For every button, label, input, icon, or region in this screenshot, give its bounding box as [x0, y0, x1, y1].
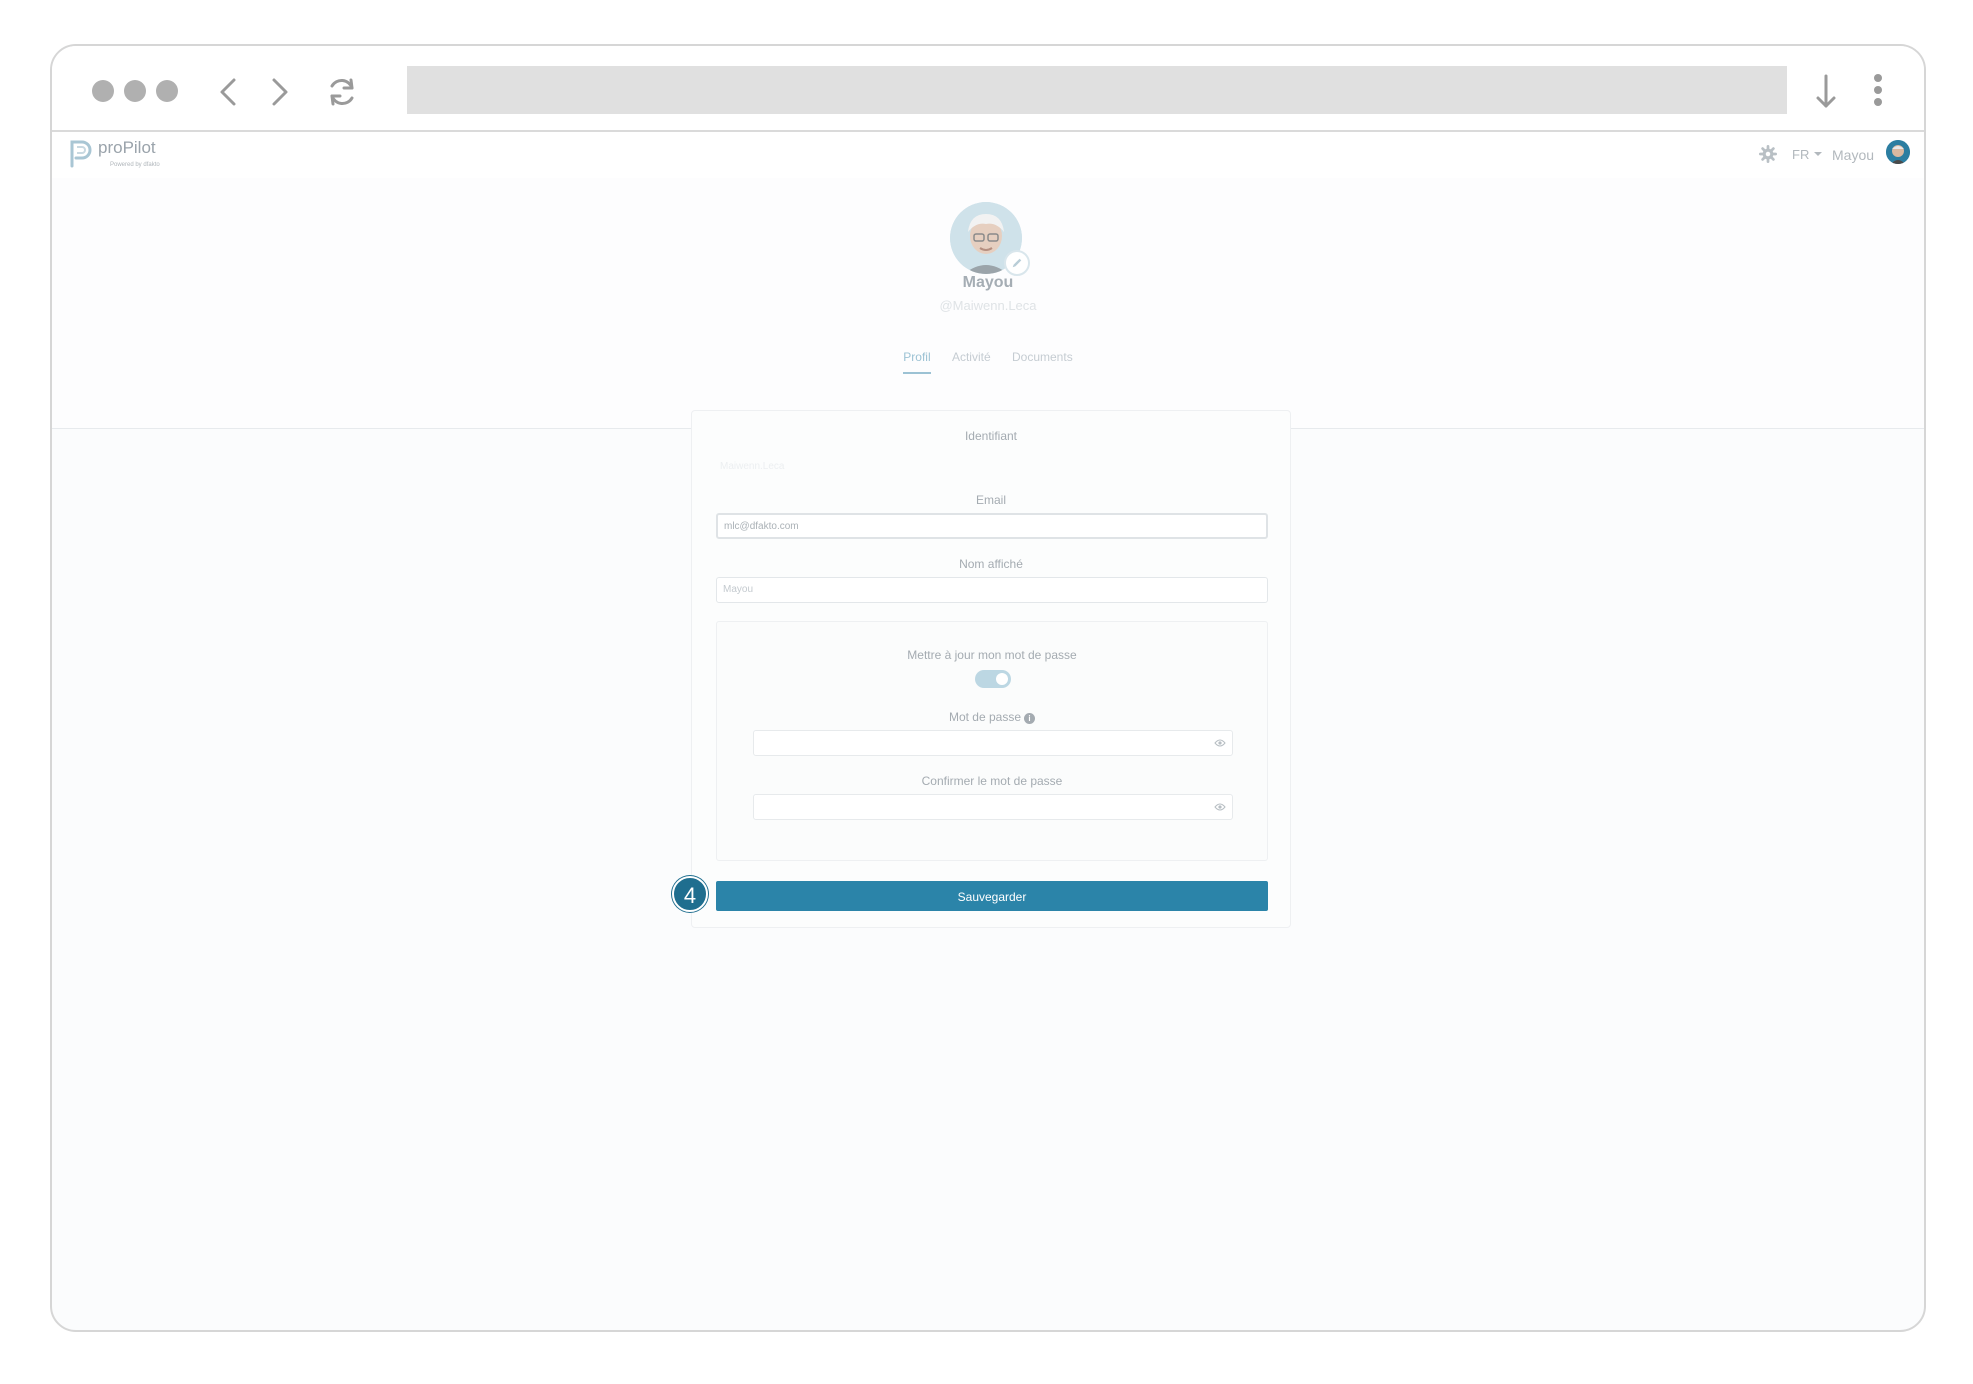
email-field[interactable]: mlc@dfakto.com — [716, 513, 1268, 539]
edit-avatar-button[interactable] — [1004, 250, 1030, 276]
window-dot-icon[interactable] — [156, 80, 178, 102]
app-name: proPilot — [98, 138, 156, 157]
reload-icon[interactable] — [324, 74, 360, 110]
password-label: Mot de passe — [948, 710, 1022, 724]
user-avatar-icon — [1886, 140, 1910, 164]
password-input[interactable] — [753, 730, 1233, 756]
update-password-toggle[interactable] — [975, 670, 1011, 688]
display-name-field[interactable]: Mayou — [716, 577, 1268, 603]
identifiant-label: Identifiant — [964, 429, 1018, 443]
info-icon[interactable]: i — [1024, 713, 1036, 724]
powered-by-text: Powered by dfakto — [110, 162, 160, 168]
propilot-logo-icon — [70, 140, 92, 168]
profile-tabs: Profil Activité Documents — [52, 350, 1924, 374]
identifiant-value: Maiwenn.Leca — [720, 461, 785, 472]
update-password-label: Mettre à jour mon mot de passe — [907, 648, 1077, 662]
eye-icon[interactable] — [1214, 738, 1226, 748]
avatar[interactable] — [1886, 140, 1910, 164]
gear-icon[interactable] — [1759, 145, 1777, 163]
step-badge: 4 — [672, 876, 708, 912]
browser-toolbar — [52, 46, 1924, 132]
back-arrow-icon[interactable] — [212, 74, 248, 110]
pencil-icon — [1012, 258, 1022, 268]
confirm-password-label: Confirmer le mot de passe — [921, 774, 1063, 788]
app-header: proPilot Powered by dfakto FR Mayou — [52, 132, 1924, 179]
tab-documents[interactable]: Documents — [1012, 350, 1073, 372]
confirm-password-input[interactable] — [753, 794, 1233, 820]
email-label: Email — [975, 493, 1006, 507]
profile-handle: @Maiwenn.Leca — [939, 298, 1037, 313]
address-bar[interactable] — [407, 66, 1787, 114]
password-panel: Mettre à jour mon mot de passe Mot de pa… — [716, 621, 1268, 861]
eye-icon[interactable] — [1214, 802, 1226, 812]
forward-arrow-icon[interactable] — [262, 74, 298, 110]
language-selector[interactable]: FR — [1792, 147, 1809, 162]
profile-display-name: Mayou — [962, 274, 1014, 291]
kebab-menu-icon[interactable] — [1860, 72, 1896, 112]
profile-header: Mayou @Maiwenn.Leca Profil Activité Docu… — [52, 178, 1924, 429]
tab-activite[interactable]: Activité — [952, 350, 991, 372]
download-icon[interactable] — [1808, 72, 1844, 112]
tab-profil[interactable]: Profil — [903, 350, 931, 374]
password-label-row: Mot de passe i — [717, 710, 1267, 724]
window-dot-icon[interactable] — [92, 80, 114, 102]
chevron-down-icon — [1814, 152, 1822, 156]
profile-form-card: Identifiant Maiwenn.Leca Email mlc@dfakt… — [691, 410, 1291, 928]
propilot-logo[interactable]: proPilot Powered by dfakto — [68, 138, 160, 172]
browser-window: proPilot Powered by dfakto FR Mayou Mayo… — [50, 44, 1926, 1332]
user-menu-name[interactable]: Mayou — [1832, 147, 1874, 163]
save-button[interactable]: Sauvegarder — [716, 881, 1268, 911]
window-dot-icon[interactable] — [124, 80, 146, 102]
display-name-label: Nom affiché — [959, 557, 1023, 571]
